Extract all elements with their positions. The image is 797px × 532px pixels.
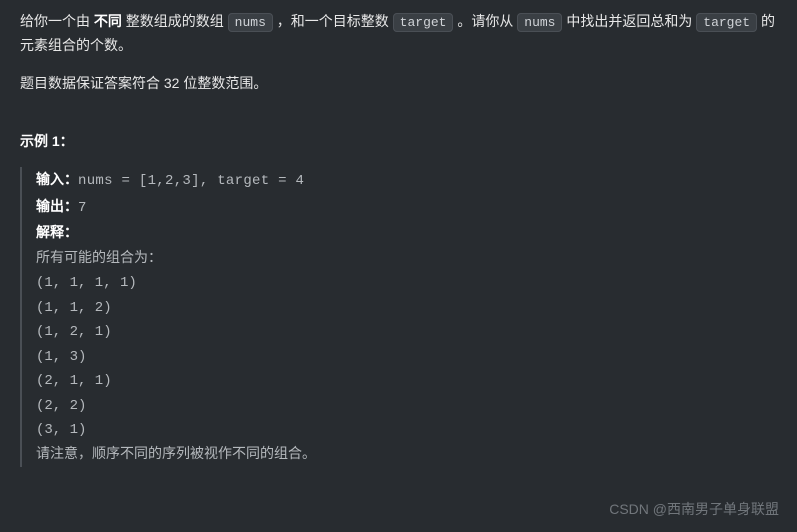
explain-label: 解释： bbox=[36, 224, 78, 240]
code-nums-2: nums bbox=[517, 13, 562, 32]
code-nums: nums bbox=[228, 13, 273, 32]
input-value: nums = [1,2,3], target = 4 bbox=[78, 173, 304, 189]
example-title: 示例 1： bbox=[20, 130, 777, 154]
combo-line: (1, 3) bbox=[36, 345, 777, 370]
code-target: target bbox=[393, 13, 454, 32]
output-value: 7 bbox=[78, 200, 87, 216]
bold-text: 不同 bbox=[94, 13, 126, 29]
input-label: 输入： bbox=[36, 171, 78, 187]
example-block: 输入：nums = [1,2,3], target = 4 输出：7 解释： 所… bbox=[20, 167, 777, 467]
watermark: CSDN @西南男子单身联盟 bbox=[609, 498, 779, 522]
text: 给你一个由 bbox=[20, 13, 94, 29]
combo-line: (1, 1, 2) bbox=[36, 296, 777, 321]
text: 整数组成的数组 bbox=[126, 13, 228, 29]
text: 。请你从 bbox=[453, 13, 517, 29]
explain-intro: 所有可能的组合为： bbox=[36, 247, 777, 272]
problem-paragraph-1: 给你一个由 不同 整数组成的数组 nums ，和一个目标整数 target 。请… bbox=[20, 10, 777, 58]
combo-line: (3, 1) bbox=[36, 418, 777, 443]
example-output-row: 输出：7 bbox=[36, 194, 777, 221]
example-explain-row: 解释： bbox=[36, 220, 777, 247]
example-input-row: 输入：nums = [1,2,3], target = 4 bbox=[36, 167, 777, 194]
output-label: 输出： bbox=[36, 198, 78, 214]
problem-paragraph-2: 题目数据保证答案符合 32 位整数范围。 bbox=[20, 72, 777, 96]
combo-line: (2, 2) bbox=[36, 394, 777, 419]
combo-line: (2, 1, 1) bbox=[36, 369, 777, 394]
combo-line: (1, 1, 1, 1) bbox=[36, 271, 777, 296]
text: 中找出并返回总和为 bbox=[562, 13, 696, 29]
text: ，和一个目标整数 bbox=[273, 13, 393, 29]
code-target-2: target bbox=[696, 13, 757, 32]
combo-line: (1, 2, 1) bbox=[36, 320, 777, 345]
explain-note: 请注意，顺序不同的序列被视作不同的组合。 bbox=[36, 443, 777, 468]
